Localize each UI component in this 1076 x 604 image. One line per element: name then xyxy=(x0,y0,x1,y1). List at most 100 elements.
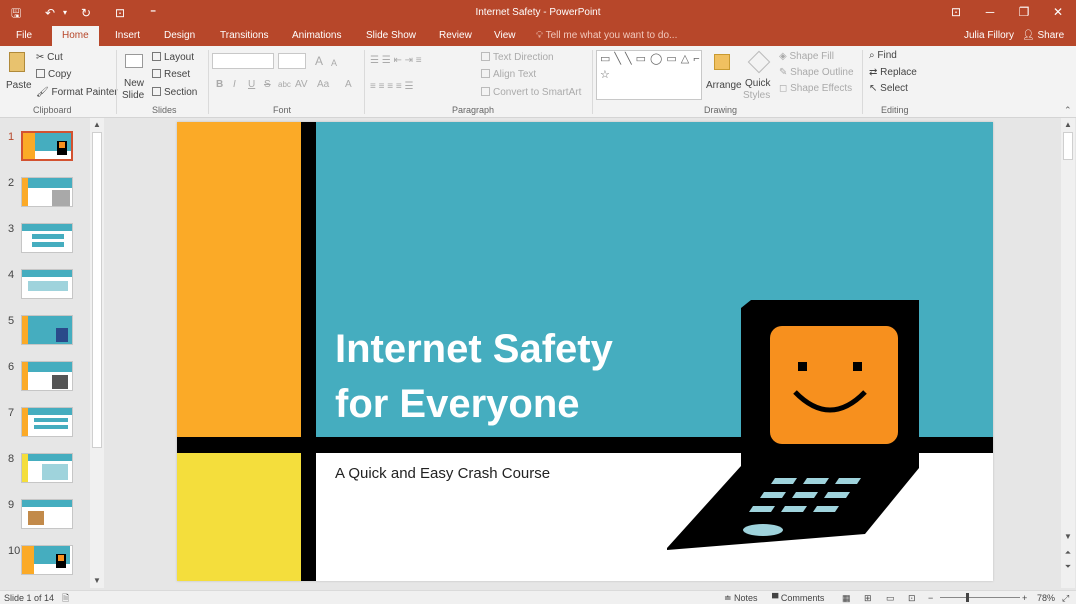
new-slide-button[interactable]: New Slide xyxy=(120,50,148,102)
restore-icon[interactable]: ❐ xyxy=(1014,4,1034,20)
format-painter-button[interactable]: 🖌︎ Format Painter xyxy=(36,87,118,99)
spell-check-icon[interactable]: 🗎︎ xyxy=(62,593,69,604)
minimize-icon[interactable]: ─ xyxy=(980,4,1000,20)
bold-button[interactable]: B xyxy=(216,79,223,91)
share-button[interactable]: 👤︎ Share xyxy=(1022,30,1064,41)
thumbnail-slide-10[interactable]: 10 xyxy=(8,545,88,581)
align-text-icon xyxy=(481,69,490,78)
zoom-in-icon[interactable]: + xyxy=(1022,593,1027,604)
thumbnail-scrollbar[interactable]: ▲ ▼ xyxy=(90,118,104,588)
window-title: Internet Safety - PowerPoint xyxy=(475,7,601,18)
tab-design[interactable]: Design xyxy=(164,29,195,43)
replace-button[interactable]: ⇄ Replace xyxy=(869,67,917,79)
convert-smartart-button[interactable]: Convert to SmartArt xyxy=(481,87,581,99)
tab-home[interactable]: Home xyxy=(52,26,99,46)
thumbnail-slide-7[interactable]: 7 xyxy=(8,407,88,443)
scroll-down-icon[interactable]: ▼ xyxy=(90,576,104,585)
smiling-phone-icon[interactable] xyxy=(667,298,927,558)
thumbnail-number: 4 xyxy=(8,269,15,281)
tab-review[interactable]: Review xyxy=(439,29,472,43)
zoom-out-icon[interactable]: − xyxy=(928,593,933,604)
shrink-font-button[interactable]: A xyxy=(331,57,337,69)
slide-scrollbar[interactable]: ▲ ▼ ⏶ ⏷ xyxy=(1061,118,1075,588)
change-case-button[interactable]: Aa xyxy=(317,79,329,91)
slide-title-line-2: for Everyone xyxy=(335,382,580,426)
tell-me-search[interactable]: 💡︎ Tell me what you want to do... xyxy=(536,29,677,43)
tab-animations[interactable]: Animations xyxy=(292,29,341,43)
orange-block xyxy=(177,122,301,437)
status-bar: Slide 1 of 14 🗎︎ ≐ Notes ▀ Comments ▦ ⊞ … xyxy=(0,590,1076,604)
arrange-button[interactable]: Arrange xyxy=(706,50,742,102)
group-label-paragraph: Paragraph xyxy=(452,105,495,115)
shapes-gallery[interactable]: ▭╲╲▭◯▭△⌐↱⇨⇩⬡⌗⌒⌒{}☆ xyxy=(596,50,702,100)
tab-file[interactable]: File xyxy=(16,29,32,43)
close-icon[interactable]: ✕ xyxy=(1048,4,1068,20)
copy-button[interactable]: Copy xyxy=(36,69,71,81)
shape-effects-button[interactable]: ◻ Shape Effects xyxy=(779,83,852,95)
comments-button[interactable]: ▀ Comments xyxy=(772,593,824,604)
paste-button[interactable]: Paste xyxy=(4,50,32,100)
quick-styles-button[interactable]: Quick Styles xyxy=(743,50,774,102)
slide-show-icon[interactable]: ⊡ xyxy=(908,593,916,604)
scrollbar-thumb[interactable] xyxy=(92,132,102,448)
thumbnail-slide-4[interactable]: 4 xyxy=(8,269,88,305)
scrollbar-thumb[interactable] xyxy=(1063,132,1073,160)
thumbnail-image xyxy=(21,499,73,529)
layout-button[interactable]: Layout xyxy=(152,52,194,64)
current-slide[interactable]: Internet Safety for Everyone A Quick and… xyxy=(177,122,993,581)
thumbnail-slide-2[interactable]: 2 xyxy=(8,177,88,213)
align-text-button[interactable]: Align Text xyxy=(481,69,536,81)
thumbnail-slide-8[interactable]: 8 xyxy=(8,453,88,489)
zoom-slider[interactable] xyxy=(940,593,1020,602)
slide-sorter-icon[interactable]: ⊞ xyxy=(864,593,872,604)
shape-outline-button[interactable]: ✎ Shape Outline xyxy=(779,67,854,79)
underline-button[interactable]: U xyxy=(248,79,255,91)
group-divider xyxy=(592,50,593,114)
thumbnail-slide-9[interactable]: 9 xyxy=(8,499,88,535)
character-spacing-button[interactable]: AV xyxy=(295,79,308,91)
cut-button[interactable]: ✂︎ Cut xyxy=(36,52,63,64)
strikethrough-button[interactable]: S xyxy=(264,79,271,91)
thumbnail-slide-1[interactable]: 1 xyxy=(8,131,88,167)
section-button[interactable]: Section xyxy=(152,87,197,99)
zoom-level[interactable]: 78% xyxy=(1037,593,1055,604)
reading-view-icon[interactable]: ▭ xyxy=(886,593,895,604)
collapse-ribbon-icon[interactable]: ⌃ xyxy=(1064,104,1072,116)
normal-view-icon[interactable]: ▦ xyxy=(842,593,851,604)
reset-button[interactable]: Reset xyxy=(152,69,190,81)
zoom-slider-thumb[interactable] xyxy=(966,593,969,602)
thumbnail-number: 2 xyxy=(8,177,15,189)
shape-fill-button[interactable]: ◈ Shape Fill xyxy=(779,51,834,63)
tab-insert[interactable]: Insert xyxy=(115,29,140,43)
font-color-button[interactable]: A xyxy=(345,79,352,91)
scroll-up-icon[interactable]: ▲ xyxy=(1061,120,1075,129)
thumbnail-slide-3[interactable]: 3 xyxy=(8,223,88,259)
grow-font-button[interactable]: A xyxy=(315,55,323,67)
thumbnail-slide-5[interactable]: 5 xyxy=(8,315,88,351)
slide-title[interactable]: Internet Safety for Everyone xyxy=(335,322,675,432)
thumbnail-number: 10 xyxy=(8,545,21,557)
previous-slide-icon[interactable]: ⏶ xyxy=(1061,548,1075,558)
text-shadow-button[interactable]: abc xyxy=(278,79,291,91)
tab-transitions[interactable]: Transitions xyxy=(220,29,269,43)
user-name[interactable]: Julia Fillory xyxy=(964,30,1014,41)
tab-view[interactable]: View xyxy=(494,29,516,43)
thumbnail-image xyxy=(21,361,73,391)
align-icons[interactable]: ≡ ≡ ≡ ≡ ☰ xyxy=(370,81,413,93)
find-button[interactable]: ⌕ Find xyxy=(869,50,897,62)
notes-button[interactable]: ≐ Notes xyxy=(724,593,758,604)
scroll-down-icon[interactable]: ▼ xyxy=(1061,532,1075,541)
thumbnail-slide-6[interactable]: 6 xyxy=(8,361,88,397)
font-size-input[interactable] xyxy=(278,53,306,69)
ribbon-display-options-icon[interactable]: ⊡ xyxy=(946,4,966,20)
font-name-input[interactable] xyxy=(212,53,274,69)
text-direction-button[interactable]: Text Direction xyxy=(481,52,554,64)
fit-to-window-icon[interactable]: ⤢ xyxy=(1062,593,1069,604)
next-slide-icon[interactable]: ⏷ xyxy=(1061,562,1075,572)
tab-slide-show[interactable]: Slide Show xyxy=(366,29,416,43)
bullets-icon[interactable]: ☰ ☰ ⇤ ⇥ ≡ xyxy=(370,55,422,67)
select-button[interactable]: ↖ Select xyxy=(869,83,908,95)
italic-button[interactable]: I xyxy=(233,79,236,91)
scroll-up-icon[interactable]: ▲ xyxy=(90,120,104,129)
slide-subtitle[interactable]: A Quick and Easy Crash Course xyxy=(335,465,550,482)
